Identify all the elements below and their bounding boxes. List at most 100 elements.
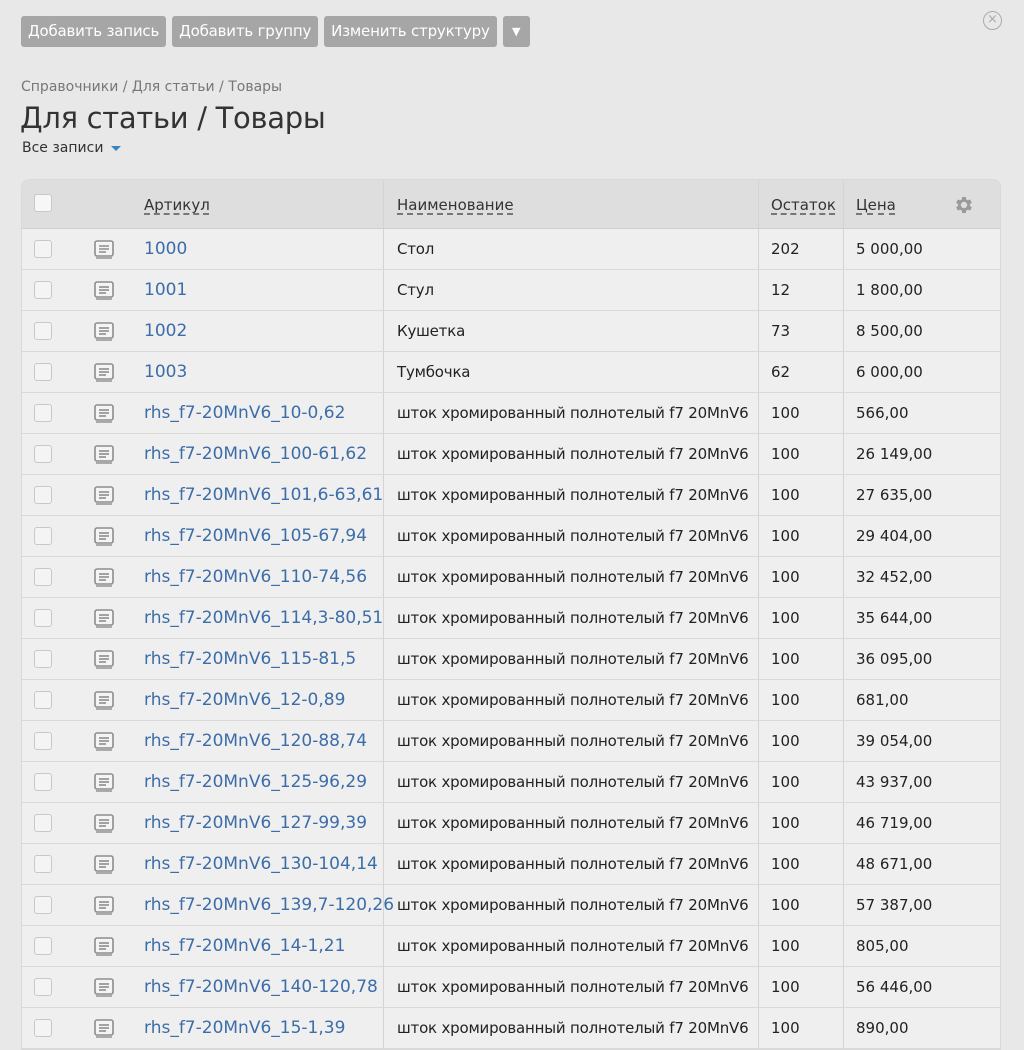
cell-article-link[interactable]: rhs_f7-20MnV6_139,7-120,26 bbox=[124, 885, 394, 925]
column-header-price[interactable]: Цена bbox=[844, 180, 1000, 228]
cell-stock: 100 bbox=[759, 721, 844, 761]
record-card-icon[interactable] bbox=[94, 240, 114, 259]
gear-icon[interactable] bbox=[953, 194, 975, 216]
row-checkbox[interactable] bbox=[34, 691, 52, 709]
cell-stock: 100 bbox=[759, 639, 844, 679]
cell-article-link[interactable]: 1001 bbox=[124, 270, 384, 310]
row-checkbox[interactable] bbox=[34, 568, 52, 586]
table-row[interactable]: rhs_f7-20MnV6_127-99,39 шток хромированн… bbox=[22, 803, 1000, 844]
cell-article-link[interactable]: rhs_f7-20MnV6_115-81,5 bbox=[124, 639, 384, 679]
record-card-icon[interactable] bbox=[94, 650, 114, 669]
table-row[interactable]: 1001 Стул 12 1 800,00 bbox=[22, 270, 1000, 311]
table-row[interactable]: rhs_f7-20MnV6_105-67,94 шток хромированн… bbox=[22, 516, 1000, 557]
cell-article-link[interactable]: rhs_f7-20MnV6_12-0,89 bbox=[124, 680, 384, 720]
record-card-icon[interactable] bbox=[94, 486, 114, 505]
row-checkbox[interactable] bbox=[34, 1019, 52, 1037]
add-record-button[interactable]: Добавить запись bbox=[21, 16, 167, 47]
record-card-icon[interactable] bbox=[94, 1019, 114, 1038]
cell-article-link[interactable]: rhs_f7-20MnV6_100-61,62 bbox=[124, 434, 384, 474]
row-checkbox[interactable] bbox=[34, 650, 52, 668]
table-row[interactable]: rhs_f7-20MnV6_101,6-63,61 шток хромирова… bbox=[22, 475, 1000, 516]
records-filter-dropdown[interactable]: Все записи bbox=[22, 140, 122, 156]
record-card-icon[interactable] bbox=[94, 281, 114, 300]
row-checkbox[interactable] bbox=[34, 363, 52, 381]
record-card-icon[interactable] bbox=[94, 855, 114, 874]
table-row[interactable]: 1000 Стол 202 5 000,00 bbox=[22, 229, 1000, 270]
record-card-icon[interactable] bbox=[94, 814, 114, 833]
row-checkbox[interactable] bbox=[34, 609, 52, 627]
cell-article-link[interactable]: rhs_f7-20MnV6_14-1,21 bbox=[124, 926, 384, 966]
breadcrumb[interactable]: Справочники / Для статьи / Товары bbox=[21, 79, 282, 95]
record-card-icon[interactable] bbox=[94, 568, 114, 587]
table-row[interactable]: rhs_f7-20MnV6_100-61,62 шток хромированн… bbox=[22, 434, 1000, 475]
cell-price: 57 387,00 bbox=[856, 896, 933, 914]
row-checkbox[interactable] bbox=[34, 937, 52, 955]
cell-article-link[interactable]: rhs_f7-20MnV6_127-99,39 bbox=[124, 803, 384, 843]
close-icon[interactable]: × bbox=[983, 11, 1002, 30]
record-card-icon[interactable] bbox=[94, 445, 114, 464]
table-row[interactable]: rhs_f7-20MnV6_115-81,5 шток хромированны… bbox=[22, 639, 1000, 680]
table-row[interactable]: 1002 Кушетка 73 8 500,00 bbox=[22, 311, 1000, 352]
table-row[interactable]: rhs_f7-20MnV6_110-74,56 шток хромированн… bbox=[22, 557, 1000, 598]
row-checkbox[interactable] bbox=[34, 527, 52, 545]
cell-article-link[interactable]: rhs_f7-20MnV6_10-0,62 bbox=[124, 393, 384, 433]
cell-article-link[interactable]: 1000 bbox=[124, 229, 384, 269]
cell-name: шток хромированный полнотелый f7 20MnV6 bbox=[384, 762, 759, 802]
record-card-icon[interactable] bbox=[94, 691, 114, 710]
row-checkbox[interactable] bbox=[34, 896, 52, 914]
table-row[interactable]: rhs_f7-20MnV6_12-0,89 шток хромированный… bbox=[22, 680, 1000, 721]
record-card-icon[interactable] bbox=[94, 773, 114, 792]
table-row[interactable]: rhs_f7-20MnV6_10-0,62 шток хромированный… bbox=[22, 393, 1000, 434]
select-all-checkbox[interactable] bbox=[34, 194, 52, 212]
table-row[interactable]: rhs_f7-20MnV6_125-96,29 шток хромированн… bbox=[22, 762, 1000, 803]
cell-article-link[interactable]: rhs_f7-20MnV6_105-67,94 bbox=[124, 516, 384, 556]
add-group-button[interactable]: Добавить группу bbox=[172, 16, 319, 47]
column-header-stock[interactable]: Остаток bbox=[759, 180, 844, 228]
row-checkbox[interactable] bbox=[34, 732, 52, 750]
cell-name: Стул bbox=[384, 270, 759, 310]
table-row[interactable]: rhs_f7-20MnV6_130-104,14 шток хромирован… bbox=[22, 844, 1000, 885]
record-card-icon[interactable] bbox=[94, 732, 114, 751]
row-checkbox[interactable] bbox=[34, 240, 52, 258]
record-card-icon[interactable] bbox=[94, 937, 114, 956]
row-checkbox[interactable] bbox=[34, 978, 52, 996]
record-card-icon[interactable] bbox=[94, 363, 114, 382]
row-checkbox[interactable] bbox=[34, 445, 52, 463]
row-checkbox[interactable] bbox=[34, 486, 52, 504]
row-checkbox[interactable] bbox=[34, 855, 52, 873]
cell-name: Стол bbox=[384, 229, 759, 269]
cell-article-link[interactable]: rhs_f7-20MnV6_110-74,56 bbox=[124, 557, 384, 597]
more-dropdown-button[interactable]: ▼ bbox=[502, 16, 530, 47]
record-card-icon[interactable] bbox=[94, 527, 114, 546]
cell-article-link[interactable]: 1003 bbox=[124, 352, 384, 392]
cell-article-link[interactable]: rhs_f7-20MnV6_120-88,74 bbox=[124, 721, 384, 761]
column-header-article[interactable]: Артикул bbox=[124, 180, 384, 228]
cell-article-link[interactable]: rhs_f7-20MnV6_101,6-63,61 bbox=[124, 475, 384, 515]
cell-article-link[interactable]: rhs_f7-20MnV6_114,3-80,51 bbox=[124, 598, 384, 638]
change-structure-button[interactable]: Изменить структуру bbox=[324, 16, 497, 47]
cell-article-link[interactable]: 1002 bbox=[124, 311, 384, 351]
record-card-icon[interactable] bbox=[94, 978, 114, 997]
table-row[interactable]: rhs_f7-20MnV6_114,3-80,51 шток хромирова… bbox=[22, 598, 1000, 639]
row-checkbox[interactable] bbox=[34, 281, 52, 299]
cell-article-link[interactable]: rhs_f7-20MnV6_15-1,39 bbox=[124, 1008, 384, 1048]
table-row[interactable]: rhs_f7-20MnV6_14-1,21 шток хромированный… bbox=[22, 926, 1000, 967]
cell-stock: 202 bbox=[759, 229, 844, 269]
record-card-icon[interactable] bbox=[94, 609, 114, 628]
toolbar: Добавить запись Добавить группу Изменить… bbox=[21, 16, 530, 47]
table-row[interactable]: rhs_f7-20MnV6_139,7-120,26 шток хромиров… bbox=[22, 885, 1000, 926]
record-card-icon[interactable] bbox=[94, 896, 114, 915]
cell-article-link[interactable]: rhs_f7-20MnV6_130-104,14 bbox=[124, 844, 384, 884]
table-row[interactable]: rhs_f7-20MnV6_140-120,78 шток хромирован… bbox=[22, 967, 1000, 1008]
record-card-icon[interactable] bbox=[94, 322, 114, 341]
column-header-name[interactable]: Наименование bbox=[384, 180, 759, 228]
row-checkbox[interactable] bbox=[34, 773, 52, 791]
record-card-icon[interactable] bbox=[94, 404, 114, 423]
table-row[interactable]: rhs_f7-20MnV6_120-88,74 шток хромированн… bbox=[22, 721, 1000, 762]
cell-article-link[interactable]: rhs_f7-20MnV6_140-120,78 bbox=[124, 967, 384, 1007]
row-checkbox[interactable] bbox=[34, 404, 52, 422]
cell-article-link[interactable]: rhs_f7-20MnV6_125-96,29 bbox=[124, 762, 384, 802]
row-checkbox[interactable] bbox=[34, 322, 52, 340]
table-row[interactable]: 1003 Тумбочка 62 6 000,00 bbox=[22, 352, 1000, 393]
row-checkbox[interactable] bbox=[34, 814, 52, 832]
